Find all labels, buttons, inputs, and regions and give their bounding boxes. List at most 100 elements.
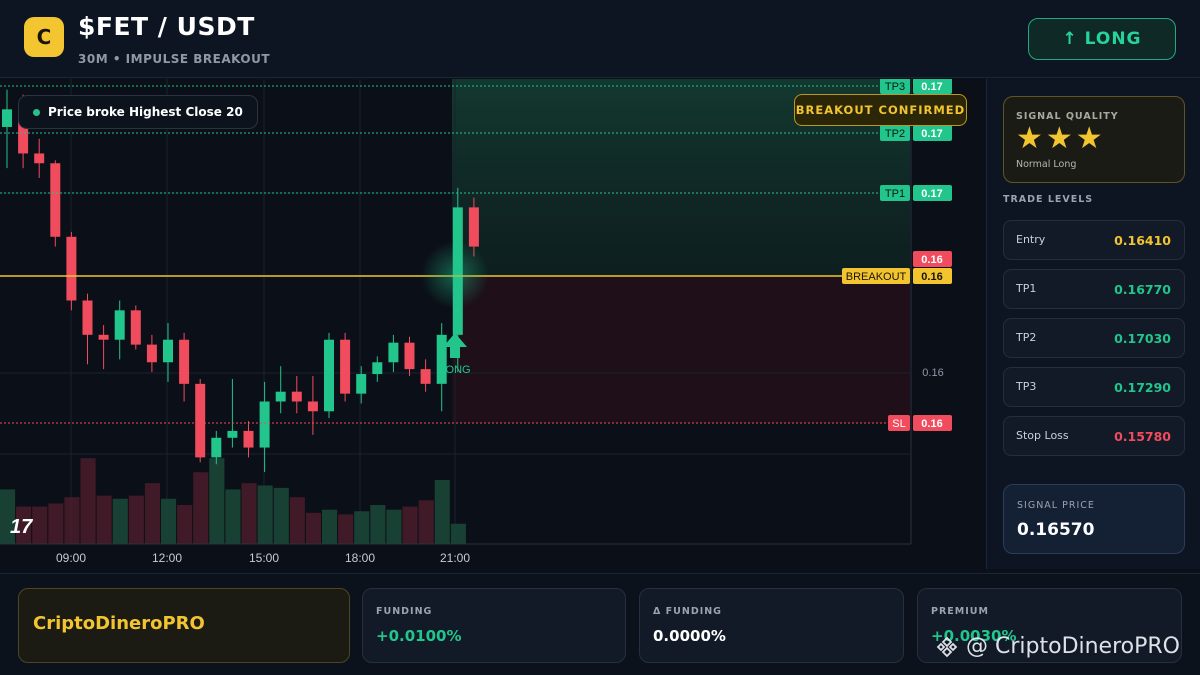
volume-bar (96, 495, 112, 544)
header: C $FET / USDT 30M • IMPULSE BREAKOUT ↑ L… (0, 0, 1200, 78)
svg-text:0.17: 0.17 (921, 188, 942, 200)
level-name: TP1 (1016, 282, 1037, 295)
candle-body (163, 339, 173, 363)
candle-body (372, 362, 383, 375)
volume-bar (338, 514, 354, 544)
svg-text:TP2: TP2 (885, 128, 905, 140)
svg-text:0.17: 0.17 (921, 81, 942, 93)
breakout-confirmed-badge: BREAKOUT CONFIRMED (794, 94, 967, 126)
candle-body (356, 374, 367, 394)
volume-bar (257, 485, 273, 544)
volume-bar (322, 509, 338, 544)
volume-bar (273, 487, 289, 544)
candle-body (307, 401, 318, 412)
candle-body (275, 391, 286, 402)
signal-price-value: 0.16570 (1017, 520, 1095, 540)
level-tp3: TP3 0.17290 (1003, 367, 1185, 407)
last-price-tag: 0.16 (913, 251, 952, 267)
quality-note: Normal Long (1016, 159, 1077, 170)
breakout-tag: BREAKOUT 0.16 (842, 268, 952, 284)
signal-quality-card: SIGNAL QUALITY ★★★ Normal Long (1003, 96, 1185, 183)
svg-text:0.16: 0.16 (921, 418, 942, 430)
tp1-tag: TP1 0.17 (880, 185, 952, 201)
candle-body (211, 437, 222, 458)
star-rating: ★★★ (1016, 121, 1106, 156)
tp3-tag: TP3 0.17 (880, 79, 952, 94)
time-tick-label: 12:00 (152, 551, 182, 565)
footer-bar: CriptoDineroPRO FUNDING +0.0100% Δ FUNDI… (0, 573, 1200, 675)
price-axis-label: 0.16 (922, 367, 943, 379)
stat-label: PREMIUM (931, 606, 989, 617)
level-entry: Entry 0.16410 (1003, 220, 1185, 260)
volume-bar (354, 511, 370, 544)
volume-bar (161, 498, 177, 544)
candle-body (404, 342, 415, 370)
signal-price-label: SIGNAL PRICE (1017, 500, 1095, 511)
candle-body (179, 339, 190, 384)
signal-glow (421, 241, 489, 309)
level-name: Stop Loss (1016, 429, 1069, 442)
time-tick-label: 15:00 (249, 551, 279, 565)
long-marker-label: LONG (439, 364, 470, 376)
level-value: 0.17030 (1114, 331, 1171, 346)
info-pill: Price broke Highest Close 20 (18, 95, 258, 129)
volume-bar (209, 458, 225, 544)
stat-label: FUNDING (376, 606, 433, 617)
level-value: 0.16410 (1114, 233, 1171, 248)
price-chart[interactable]: LONG TP3 0.17 TP2 0.17 TP1 0.17 0.16 BRE… (0, 79, 984, 569)
candle-body (130, 310, 141, 345)
level-value: 0.15780 (1114, 429, 1171, 444)
watermark: @ CriptoDineroPRO (936, 634, 1180, 659)
candle-body (420, 369, 431, 384)
volume-bar (193, 472, 209, 544)
volume-bar (386, 509, 402, 544)
svg-text:SL: SL (892, 418, 905, 430)
chart-canvas: LONG TP3 0.17 TP2 0.17 TP1 0.17 0.16 BRE… (0, 79, 952, 565)
signal-panel: SIGNAL QUALITY ★★★ Normal Long TRADE LEV… (986, 79, 1200, 569)
time-tick-label: 18:00 (345, 551, 375, 565)
volume-bar (289, 497, 305, 544)
candle-body (82, 300, 93, 335)
svg-text:0.16: 0.16 (921, 271, 942, 283)
level-name: TP3 (1016, 380, 1037, 393)
volume-bar (32, 506, 48, 544)
trade-levels-title: TRADE LEVELS (1003, 194, 1094, 205)
binance-icon (936, 636, 958, 657)
stat-value: 0.0000% (653, 627, 726, 645)
volume-bar (48, 503, 64, 544)
candle-body (114, 310, 125, 340)
candle-body (98, 334, 109, 340)
volume-bar (434, 480, 450, 544)
volume-bar (64, 497, 80, 544)
svg-text:TP3: TP3 (885, 81, 905, 93)
candle-body (436, 334, 447, 384)
candle-body (2, 109, 12, 127)
volume-bar (80, 458, 96, 544)
brand-logo: C (24, 17, 64, 57)
level-value: 0.16770 (1114, 282, 1171, 297)
watermark-text: @ CriptoDineroPRO (966, 634, 1180, 659)
svg-text:0.16: 0.16 (921, 254, 942, 266)
volume-bar (225, 489, 241, 544)
signal-price-card: SIGNAL PRICE 0.16570 (1003, 484, 1185, 554)
volume-bar (241, 483, 257, 544)
stat-label: Δ FUNDING (653, 606, 722, 617)
volume-bar (128, 495, 144, 544)
candle-body (66, 236, 77, 301)
info-pill-text: Price broke Highest Close 20 (48, 105, 243, 119)
svg-text:BREAKOUT: BREAKOUT (846, 271, 907, 283)
candle-body (340, 339, 351, 394)
long-button[interactable]: ↑ LONG (1028, 18, 1176, 60)
tp2-tag: TP2 0.17 (880, 125, 952, 141)
candle-body (146, 344, 157, 363)
candle-body (388, 342, 399, 363)
delta-funding-card: Δ FUNDING 0.0000% (639, 588, 904, 663)
time-tick-label: 09:00 (56, 551, 86, 565)
sl-tag: SL 0.16 (888, 415, 952, 431)
volume-bar (177, 505, 193, 544)
candle-body (243, 430, 254, 448)
brand-name: CriptoDineroPRO (33, 613, 205, 634)
volume-bar (144, 483, 160, 544)
candle-body (227, 430, 238, 438)
level-value: 0.17290 (1114, 380, 1171, 395)
